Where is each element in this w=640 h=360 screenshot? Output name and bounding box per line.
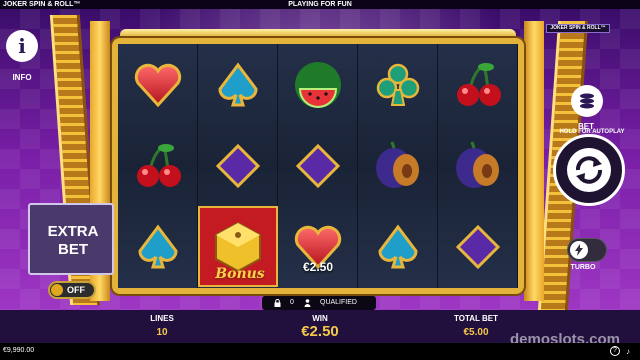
lines-label: LINES [150,314,174,323]
qualification-status: 0 QUALIFIED [262,296,376,310]
reel-symbol-heart [118,44,198,125]
reel-symbol-spade [198,44,278,125]
diamond-icon [295,143,341,188]
spin-arrows-icon [576,156,602,184]
person-icon [304,299,311,307]
extra-bet-toggle[interactable]: OFF [48,281,96,299]
lines-value: 10 [156,327,168,338]
reel-symbol-heart [278,206,358,287]
sound-icon[interactable]: ♪ [626,347,630,356]
top-bar: JOKER SPIN & ROLL™ PLAYING FOR FUN [0,0,640,9]
reel-symbol-bonus: Bonus [198,206,278,287]
reel-2: Bonus [198,44,278,288]
coin-stack-icon [580,93,594,109]
reel-symbol-watermelon [278,44,358,125]
toggle-knob-icon [51,284,63,296]
spin-button-core [567,148,611,192]
spade-icon [218,62,258,106]
extra-bet-line-2: BET [58,241,88,258]
status-count: 0 [290,299,294,306]
reel-frame: Bonus €2.50 [112,38,524,294]
diamond-icon [455,224,501,269]
extra-bet-state: OFF [67,285,85,295]
reel-symbol-diamond [278,125,358,206]
win-label: WIN [312,314,328,323]
right-frame-pillar [524,21,544,301]
cherry-icon [457,62,501,106]
info-button[interactable]: i [6,30,38,62]
info-label: INFO [12,73,32,82]
spade-icon [138,224,178,268]
club-icon [376,63,420,106]
reel-win-amount: €2.50 [302,260,334,274]
reel-symbol-diamond [438,206,518,287]
diamond-icon [215,143,261,188]
spade-icon [378,224,418,268]
reel-4 [358,44,438,288]
lock-icon [274,299,281,307]
reel-symbol-cherry [438,44,518,125]
turbo-label: TURBO [570,264,596,271]
reel-symbol-plum [438,125,518,206]
plum-icon [376,141,419,188]
reel-symbol-cherry [118,125,198,206]
win-value: €2.50 [301,323,339,340]
reel-symbol-club [358,44,438,125]
help-icon[interactable]: ? [610,346,620,356]
lightning-icon [575,244,583,256]
reel-1 [118,44,198,288]
total-bet-value: €5.00 [463,327,489,338]
heart-icon [134,63,182,107]
play-mode-label: PLAYING FOR FUN [288,1,352,8]
spin-button[interactable]: HOLD FOR AUTOPLAY [553,129,625,206]
cherry-icon [137,143,181,187]
balance-value: €9,990.00 [3,347,35,354]
extra-bet-line-1: EXTRA [47,223,99,240]
plum-icon [456,141,499,188]
hold-for-autoplay-text: HOLD FOR AUTOPLAY [559,129,625,135]
turbo-toggle[interactable] [567,238,607,262]
reel-grid: Bonus €2.50 [118,44,518,288]
qualified-label: QUALIFIED [320,299,357,306]
turbo-knob [570,241,588,259]
total-bet-label: TOTAL BET [454,314,498,323]
extra-bet-text: EXTRA BET [30,223,116,259]
info-icon: i [18,34,26,58]
reel-symbol-plum [358,125,438,206]
bonus-text: Bonus [215,266,265,282]
brand-badge: JOKER SPIN & ROLL™ [546,24,610,33]
balance-footer: €9,990.00 ? ♪ [0,343,640,360]
reel-symbol-spade [358,206,438,287]
reel-symbol-diamond [198,125,278,206]
extra-bet-panel[interactable]: EXTRA BET [28,203,114,275]
reel-symbol-spade [118,206,198,287]
bet-button[interactable] [571,85,603,117]
watermelon-icon [295,61,341,108]
reel-5 [438,44,518,288]
reel-3: €2.50 [278,44,358,288]
